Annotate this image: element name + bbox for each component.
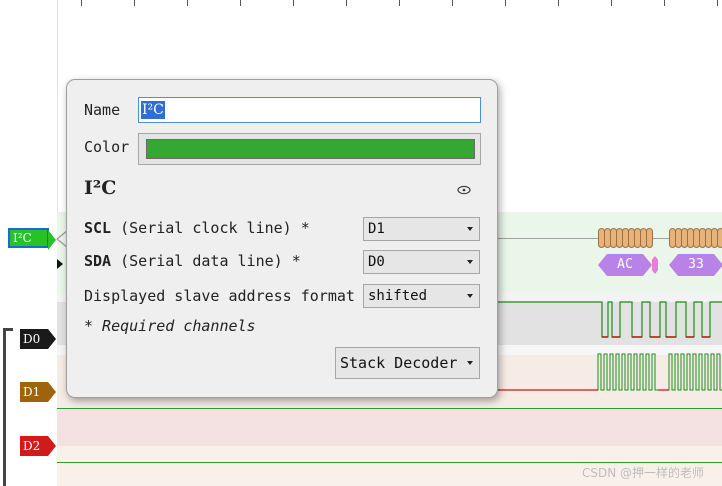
sda-label: SDA (Serial data line) * bbox=[84, 252, 301, 270]
name-input-selected-text: I²C bbox=[141, 101, 165, 119]
d1-channel-label[interactable]: D1 bbox=[20, 382, 56, 402]
decoder-title: I²C bbox=[84, 177, 117, 199]
decoder-properties-popup: Name I²C Color I²C SCL (Serial clock lin… bbox=[66, 79, 498, 398]
watermark: CSDN @押一样的老师 bbox=[582, 466, 705, 480]
trace-line bbox=[57, 462, 722, 463]
ruler-tick bbox=[505, 0, 506, 6]
name-input[interactable]: I²C bbox=[138, 97, 481, 123]
d2-channel-label-text: D2 bbox=[23, 439, 41, 453]
scl-label-bold: SCL bbox=[84, 219, 112, 237]
color-label: Color bbox=[84, 138, 130, 156]
scl-channel-value: D1 bbox=[368, 221, 385, 237]
scl-channel-select[interactable]: D1 bbox=[363, 217, 480, 241]
ruler-tick bbox=[611, 0, 612, 6]
annotation-ack-marker[interactable] bbox=[652, 256, 658, 274]
ruler-tick bbox=[240, 0, 241, 6]
i2c-channel-label-text: I²C bbox=[13, 231, 32, 245]
group-bracket bbox=[3, 328, 6, 486]
address-format-label: Displayed slave address format bbox=[84, 287, 355, 305]
stack-decoder-label: Stack Decoder bbox=[340, 354, 458, 372]
ruler-tick bbox=[558, 0, 559, 6]
label-tip bbox=[48, 436, 56, 456]
d1-channel-label-text: D1 bbox=[23, 385, 41, 399]
ruler-tick bbox=[452, 0, 453, 6]
i2c-bit-marker[interactable] bbox=[646, 228, 653, 248]
ruler-tick bbox=[399, 0, 400, 6]
time-ruler[interactable] bbox=[57, 0, 722, 6]
d0-waveform bbox=[498, 301, 722, 338]
d1-clock-line bbox=[498, 353, 722, 391]
sda-channel-select[interactable]: D0 bbox=[363, 250, 480, 274]
chevron-down-icon bbox=[467, 361, 473, 365]
sda-label-desc: (Serial data line) * bbox=[111, 252, 301, 270]
required-note: * Required channels bbox=[84, 317, 256, 335]
address-format-select[interactable]: shifted bbox=[363, 284, 480, 308]
name-label: Name bbox=[84, 101, 121, 119]
color-swatch bbox=[146, 139, 475, 159]
ruler-tick bbox=[187, 0, 188, 6]
sda-label-bold: SDA bbox=[84, 252, 112, 270]
address-format-value: shifted bbox=[368, 288, 428, 304]
annotation-data[interactable]: 33 bbox=[669, 254, 722, 276]
chevron-down-icon bbox=[467, 260, 473, 264]
label-tip bbox=[48, 382, 56, 402]
group-bracket-top bbox=[3, 328, 13, 331]
stack-decoder-button[interactable]: Stack Decoder bbox=[335, 347, 480, 379]
color-picker-button[interactable] bbox=[138, 133, 481, 165]
label-tip bbox=[48, 230, 56, 250]
i2c-bit-marker[interactable] bbox=[717, 228, 722, 248]
scl-label: SCL (Serial clock line) * bbox=[84, 219, 310, 237]
expand-arrow-icon[interactable] bbox=[57, 259, 63, 269]
annotation-address[interactable]: AC bbox=[598, 254, 652, 276]
d2-trace-row bbox=[57, 410, 722, 446]
ruler-tick bbox=[346, 0, 347, 6]
sda-channel-value: D0 bbox=[368, 254, 385, 270]
ruler-tick bbox=[664, 0, 665, 6]
d0-channel-label[interactable]: D0 bbox=[20, 329, 56, 349]
d1-waveform bbox=[498, 353, 722, 391]
trace-line bbox=[57, 408, 722, 409]
show-hide-icon[interactable] bbox=[457, 185, 471, 195]
ruler-tick bbox=[717, 0, 718, 6]
chevron-down-icon bbox=[467, 294, 473, 298]
d0-channel-label-text: D0 bbox=[23, 332, 41, 346]
chevron-down-icon bbox=[467, 227, 473, 231]
i2c-channel-label[interactable]: I²C bbox=[8, 228, 56, 250]
d2-channel-label[interactable]: D2 bbox=[20, 436, 56, 456]
ruler-tick bbox=[293, 0, 294, 6]
label-tip bbox=[48, 329, 56, 349]
scl-label-desc: (Serial clock line) * bbox=[111, 219, 310, 237]
ruler-tick bbox=[134, 0, 135, 6]
ruler-tick bbox=[81, 0, 82, 6]
